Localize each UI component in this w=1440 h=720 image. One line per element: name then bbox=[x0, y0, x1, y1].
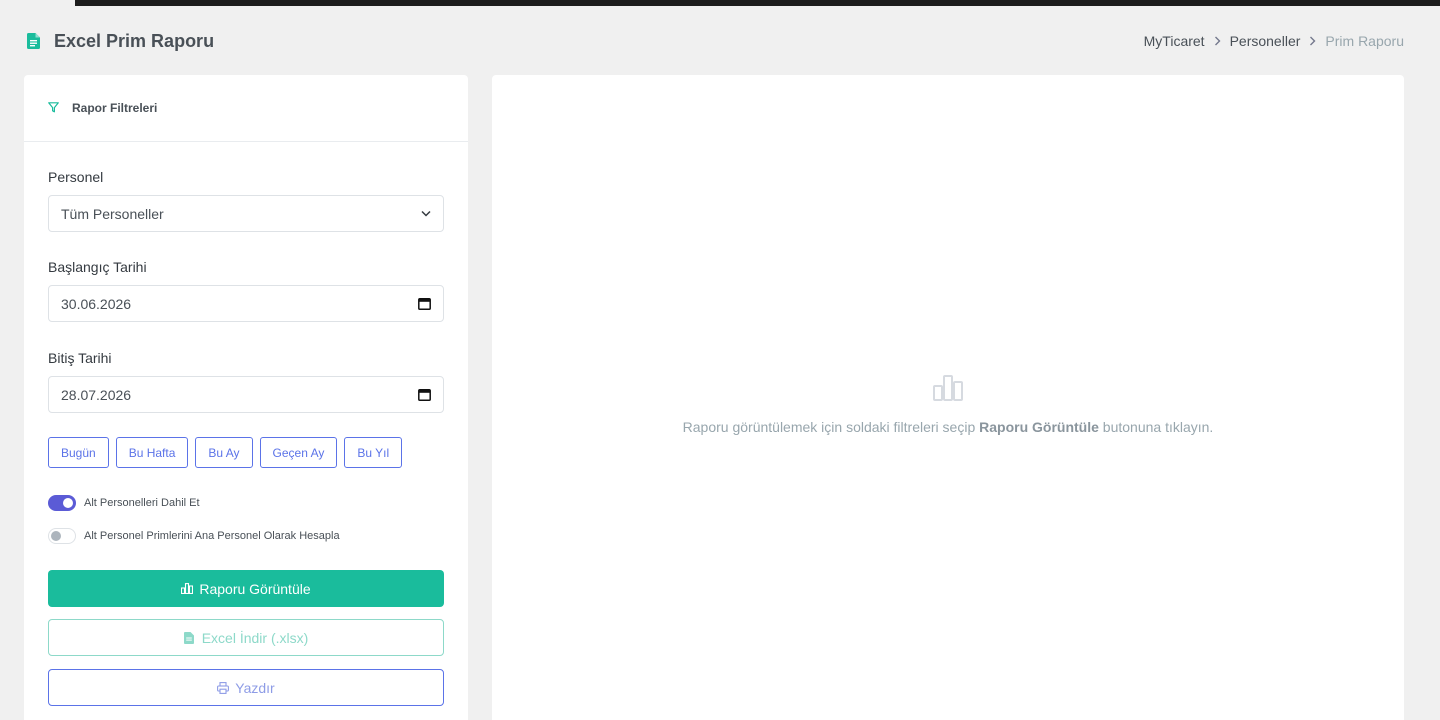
personel-label: Personel bbox=[48, 169, 104, 185]
include-sub-row: Alt Personelleri Dahil Et bbox=[48, 495, 200, 511]
end-date-label: Bitiş Tarihi bbox=[48, 350, 112, 366]
bar-chart-icon bbox=[181, 582, 194, 595]
bar-chart-icon bbox=[933, 375, 963, 401]
filter-card-title: Rapor Filtreleri bbox=[72, 101, 158, 115]
include-sub-toggle[interactable] bbox=[48, 495, 76, 511]
chevron-right-icon bbox=[1309, 36, 1316, 46]
sub-as-main-row: Alt Personel Primlerini Ana Personel Ola… bbox=[48, 528, 340, 544]
chevron-right-icon bbox=[1214, 36, 1221, 46]
file-excel-icon bbox=[183, 631, 196, 644]
result-card: Raporu görüntülemek için soldaki filtrel… bbox=[492, 75, 1404, 720]
view-report-label: Raporu Görüntüle bbox=[199, 580, 311, 597]
start-date-field[interactable]: 30.06.2026 bbox=[48, 285, 444, 322]
quick-range-this-month-button[interactable]: Bu Ay bbox=[195, 437, 253, 468]
page-header: Excel Prim Raporu MyTicaret Personeller … bbox=[24, 26, 1404, 56]
personel-select-value: Tüm Personeller bbox=[61, 205, 164, 222]
excel-download-label: Excel İndir (.xlsx) bbox=[201, 629, 309, 646]
title-wrap: Excel Prim Raporu bbox=[24, 31, 214, 52]
file-excel-icon bbox=[24, 32, 42, 50]
page-title: Excel Prim Raporu bbox=[54, 30, 215, 51]
include-sub-label: Alt Personelleri Dahil Et bbox=[84, 497, 200, 509]
empty-state-message: Raporu görüntülemek için soldaki filtrel… bbox=[682, 419, 1214, 435]
personel-select[interactable]: Tüm Personeller bbox=[48, 195, 444, 232]
breadcrumb-item-personeller[interactable]: Personeller bbox=[1230, 33, 1301, 49]
printer-icon bbox=[217, 681, 230, 694]
quick-range-buttons: Bugün Bu Hafta Bu Ay Geçen Ay Bu Yıl bbox=[48, 437, 409, 468]
print-label: Yazdır bbox=[235, 679, 275, 696]
filter-icon bbox=[48, 102, 60, 114]
chevron-down-icon bbox=[421, 210, 431, 217]
breadcrumb-item-prim-raporu: Prim Raporu bbox=[1325, 33, 1404, 49]
sub-as-main-label: Alt Personel Primlerini Ana Personel Ola… bbox=[84, 530, 340, 542]
start-date-value: 30.06.2026 bbox=[61, 295, 132, 312]
quick-range-this-year-button[interactable]: Bu Yıl bbox=[344, 437, 403, 468]
filter-card: Rapor Filtreleri Personel Tüm Personelle… bbox=[24, 75, 468, 720]
quick-range-last-month-button[interactable]: Geçen Ay bbox=[259, 437, 338, 468]
start-date-label: Başlangıç Tarihi bbox=[48, 259, 147, 275]
calendar-icon[interactable] bbox=[418, 297, 431, 310]
excel-download-button[interactable]: Excel İndir (.xlsx) bbox=[48, 619, 444, 656]
breadcrumb: MyTicaret Personeller Prim Raporu bbox=[1144, 33, 1404, 49]
calendar-icon[interactable] bbox=[418, 388, 431, 401]
quick-range-today-button[interactable]: Bugün bbox=[48, 437, 109, 468]
end-date-value: 28.07.2026 bbox=[61, 386, 132, 403]
top-bar bbox=[75, 0, 1440, 6]
end-date-field[interactable]: 28.07.2026 bbox=[48, 376, 444, 413]
quick-range-this-week-button[interactable]: Bu Hafta bbox=[115, 437, 189, 468]
sub-as-main-toggle[interactable] bbox=[48, 528, 76, 544]
print-button[interactable]: Yazdır bbox=[48, 669, 444, 706]
view-report-button[interactable]: Raporu Görüntüle bbox=[48, 570, 444, 607]
empty-state: Raporu görüntülemek için soldaki filtrel… bbox=[492, 375, 1404, 435]
breadcrumb-item-myticaret[interactable]: MyTicaret bbox=[1144, 33, 1205, 49]
filter-card-header: Rapor Filtreleri bbox=[24, 75, 468, 142]
